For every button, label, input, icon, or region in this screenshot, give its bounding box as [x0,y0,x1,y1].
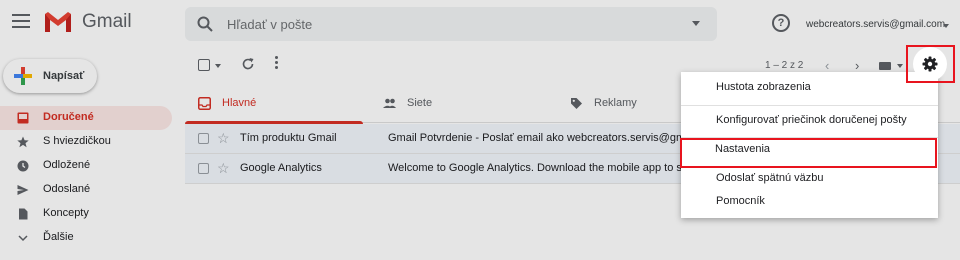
input-tools-caret-icon[interactable] [897,64,903,68]
main-menu-icon[interactable] [12,14,30,30]
search-options-caret-icon[interactable] [692,21,700,26]
menu-item-settings[interactable]: Nastavenia [680,138,937,168]
inbox-icon [17,112,29,124]
sidebar-item-label: Odložené [43,159,91,171]
chevron-down-icon [18,235,28,242]
sidebar-item-label: Doručené [43,111,94,123]
gmail-m-icon [45,12,71,32]
menu-item-label: Odoslať spätnú väzbu [716,172,824,184]
email-subject: Gmail Potvrdenie - Poslať email ako webc… [388,132,688,144]
sidebar-item-label: Koncepty [43,207,89,219]
account-email[interactable]: webcreators.servis@gmail.com [806,19,945,30]
menu-item-help[interactable]: Pomocník [681,190,938,214]
clock-icon [17,160,29,172]
email-sender: Tím produktu Gmail [240,132,337,144]
menu-item-label: Nastavenia [715,143,771,155]
draft-icon [19,208,28,220]
sidebar-item-drafts[interactable]: Koncepty [0,202,172,226]
people-icon [383,98,396,108]
select-options-caret-icon[interactable] [215,64,221,68]
tab-promotions[interactable]: Reklamy [557,86,677,123]
next-page-icon[interactable]: › [855,58,859,73]
compose-label: Napísať [43,70,85,82]
tab-label: Hlavné [222,97,257,109]
menu-divider [681,105,938,106]
menu-item-send-feedback[interactable]: Odoslať spätnú väzbu [681,167,938,191]
settings-menu: Hustota zobrazenia Konfigurovať priečino… [680,72,938,218]
tab-social[interactable]: Siete [370,86,555,123]
sidebar-item-label: S hviezdičkou [43,135,111,147]
send-icon [17,185,29,195]
email-checkbox[interactable] [198,133,209,144]
compose-button[interactable]: Napísať [3,59,97,93]
tab-primary[interactable]: Hlavné [185,86,363,124]
gmail-logo[interactable]: Gmail [43,11,132,33]
sidebar-item-snoozed[interactable]: Odložené [0,154,172,178]
tag-icon [571,98,582,109]
header: Gmail ? webcreators.servis@gmail.com [0,0,960,46]
menu-item-configure-inbox[interactable]: Konfigurovať priečinok doručenej pošty [681,109,938,133]
plus-icon [14,67,32,85]
star-icon [17,136,29,148]
more-actions-icon[interactable] [275,56,279,72]
select-all-checkbox[interactable] [198,59,210,71]
menu-item-display-density[interactable]: Hustota zobrazenia [681,76,938,100]
menu-item-label: Konfigurovať priečinok doručenej pošty [716,114,907,126]
sidebar-item-sent[interactable]: Odoslané [0,178,172,202]
search-bar[interactable] [185,7,717,41]
search-input[interactable] [227,14,667,34]
menu-item-label: Pomocník [716,195,765,207]
app-name: Gmail [82,11,132,32]
sidebar-item-starred[interactable]: S hviezdičkou [0,130,172,154]
pagination-text: 1 – 2 z 2 [765,60,804,71]
sidebar-nav: Doručené S hviezdičkou Odložené Odoslané… [0,106,172,250]
email-checkbox[interactable] [198,163,209,174]
help-icon[interactable]: ? [772,14,790,32]
star-icon[interactable]: ☆ [217,130,230,147]
menu-item-label: Hustota zobrazenia [716,81,811,93]
email-sender: Google Analytics [240,162,322,174]
previous-page-icon[interactable]: ‹ [825,58,829,73]
refresh-icon[interactable] [241,57,255,71]
account-caret-icon[interactable] [943,24,949,28]
tab-label: Reklamy [594,97,637,109]
sidebar-item-label: Odoslané [43,183,91,195]
star-icon[interactable]: ☆ [217,160,230,177]
email-subject: Welcome to Google Analytics. Download th… [388,162,688,174]
inbox-icon [198,97,211,110]
settings-button[interactable] [913,47,947,81]
sidebar-item-more[interactable]: Ďalšie [0,226,172,250]
keyboard-icon[interactable] [879,62,891,70]
sidebar-item-inbox[interactable]: Doručené [0,106,172,130]
gear-icon [922,56,938,72]
sidebar-item-label: Ďalšie [43,231,74,243]
search-icon[interactable] [197,16,213,32]
tab-label: Siete [407,97,433,109]
